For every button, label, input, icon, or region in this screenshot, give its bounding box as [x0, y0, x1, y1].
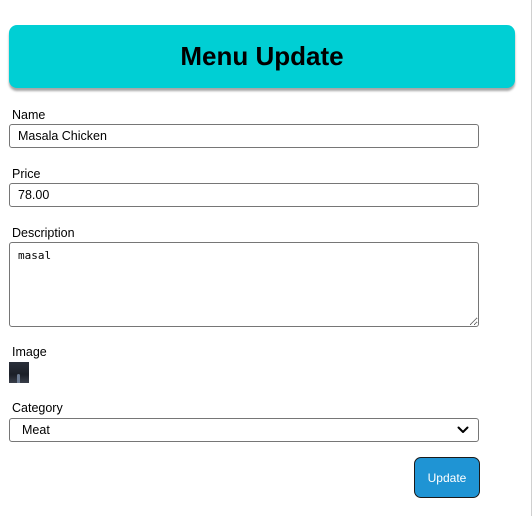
menu-update-page: Menu Update Name Price Description masal… — [0, 0, 532, 516]
category-selected-value: Meat — [22, 423, 50, 437]
page-title: Menu Update — [180, 41, 344, 71]
price-input[interactable] — [9, 183, 479, 207]
description-textarea[interactable]: masal — [9, 242, 479, 327]
image-thumbnail[interactable] — [9, 362, 29, 383]
description-label: Description — [12, 226, 75, 240]
name-input[interactable] — [9, 124, 479, 148]
page-header: Menu Update — [9, 25, 515, 88]
category-label: Category — [12, 401, 63, 415]
name-label: Name — [12, 108, 46, 122]
image-label: Image — [12, 345, 47, 359]
chevron-down-icon — [456, 423, 470, 437]
update-button[interactable]: Update — [414, 457, 480, 498]
price-label: Price — [12, 167, 41, 181]
category-select[interactable]: Meat — [9, 418, 479, 442]
